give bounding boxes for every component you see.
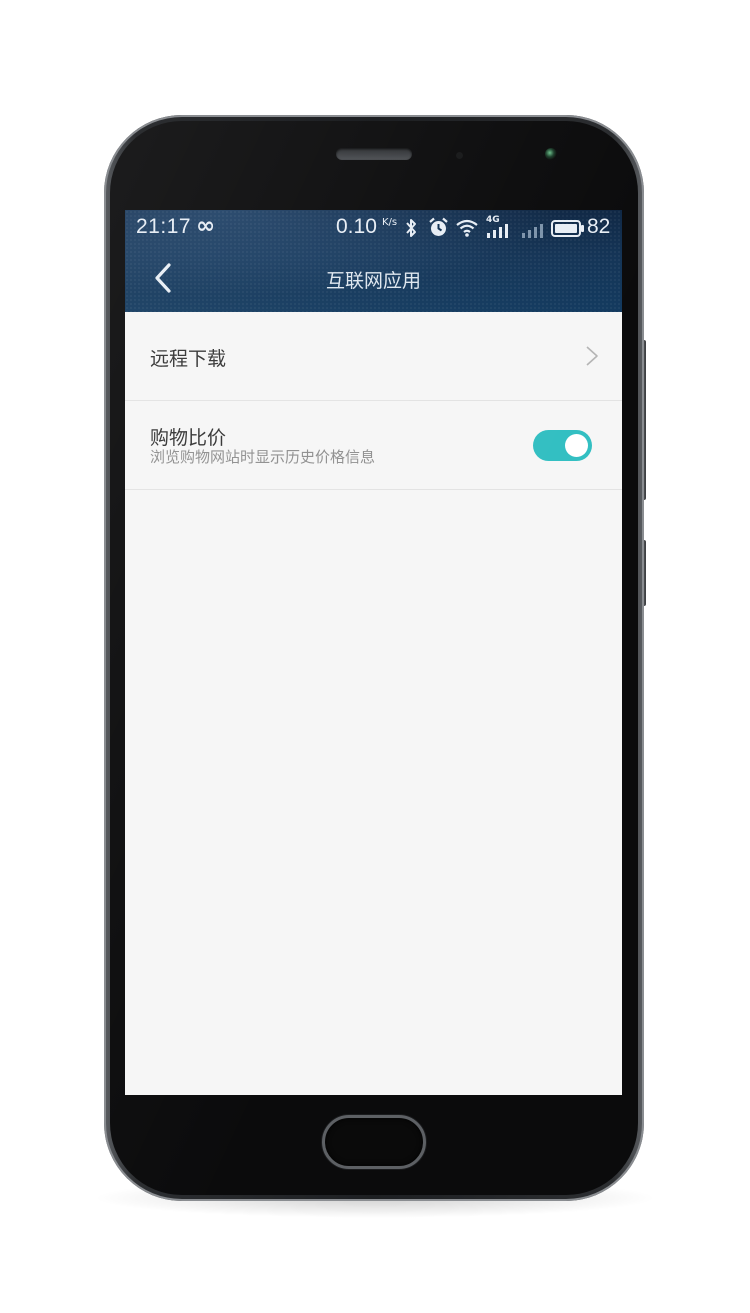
navigation-bar: 互联网应用 <box>125 246 622 312</box>
network-speed-unit: K/s <box>382 217 398 228</box>
signal-4g-icon: 4G <box>486 216 512 240</box>
bluetooth-icon <box>406 219 416 237</box>
status-time: 21:17 <box>136 215 192 238</box>
price-compare-item: 购物比价 浏览购物网站时显示历史价格信息 <box>125 401 622 490</box>
battery-level: 82 <box>587 215 611 238</box>
device-mockup: 21:17 ∞ 0.10 K/s 4G 82 互联网应用 远程下载 购物比价 浏… <box>0 0 750 1313</box>
proximity-sensor <box>456 152 463 159</box>
infinity-icon: ∞ <box>196 213 216 239</box>
status-bar: 21:17 ∞ 0.10 K/s 4G 82 <box>125 210 622 246</box>
wifi-icon <box>456 219 478 237</box>
signal-bars-icon <box>487 224 508 238</box>
screen: 21:17 ∞ 0.10 K/s 4G 82 互联网应用 远程下载 购物比价 浏… <box>125 210 622 1095</box>
alarm-icon <box>429 217 448 236</box>
toggle-knob <box>565 434 588 457</box>
price-compare-description: 浏览购物网站时显示历史价格信息 <box>150 448 376 466</box>
battery-icon <box>551 220 584 237</box>
signal-icon <box>522 224 543 238</box>
price-compare-toggle[interactable] <box>533 430 592 461</box>
front-camera <box>545 148 557 160</box>
remote-download-item[interactable]: 远程下载 <box>125 312 622 401</box>
page-title: 互联网应用 <box>325 270 421 292</box>
network-speed: 0.10 <box>336 215 377 238</box>
home-button[interactable] <box>322 1115 426 1169</box>
earpiece-speaker <box>336 148 412 160</box>
settings-list: 远程下载 购物比价 浏览购物网站时显示历史价格信息 <box>125 312 622 490</box>
remote-download-label: 远程下载 <box>150 348 227 370</box>
chevron-right-icon <box>586 346 598 366</box>
